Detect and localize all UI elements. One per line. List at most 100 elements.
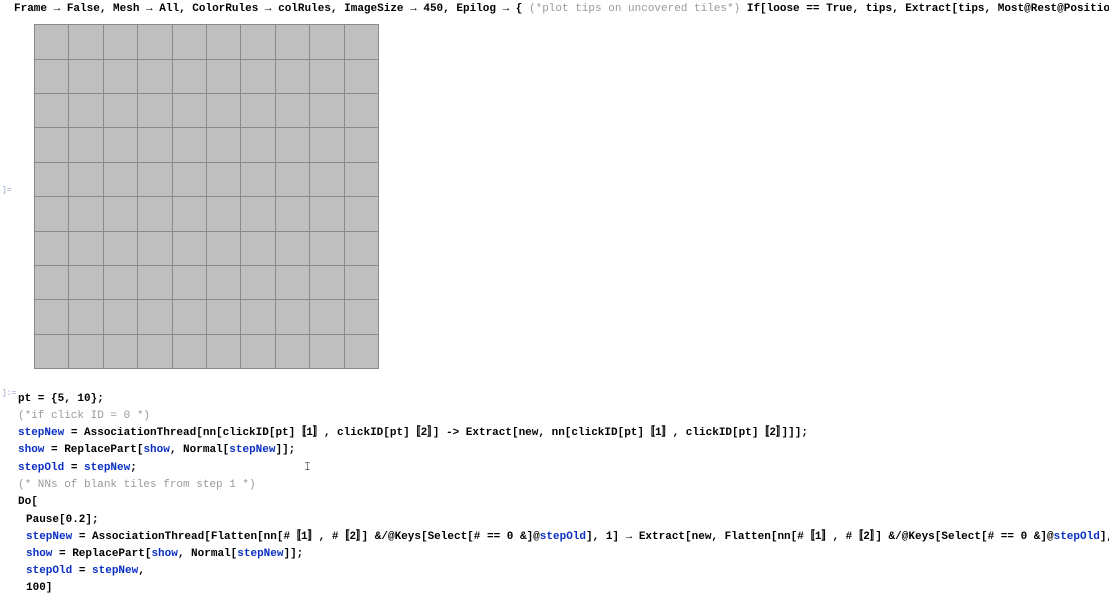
grid-cell[interactable] (69, 94, 103, 128)
grid-cell[interactable] (172, 128, 206, 162)
grid-cell[interactable] (206, 25, 240, 59)
grid-cell[interactable] (344, 300, 378, 334)
grid-cell[interactable] (35, 231, 69, 265)
grid-cell[interactable] (344, 162, 378, 196)
grid-cell[interactable] (138, 94, 172, 128)
grid-cell[interactable] (310, 334, 344, 368)
grid-cell[interactable] (310, 266, 344, 300)
grid-cell[interactable] (241, 59, 275, 93)
grid-cell[interactable] (35, 59, 69, 93)
grid-cell[interactable] (206, 334, 240, 368)
grid-cell[interactable] (206, 94, 240, 128)
grid-cell[interactable] (35, 266, 69, 300)
grid-cell[interactable] (241, 334, 275, 368)
grid-cell[interactable] (138, 300, 172, 334)
grid-cell[interactable] (344, 128, 378, 162)
grid-cell[interactable] (138, 162, 172, 196)
grid-cell[interactable] (206, 300, 240, 334)
grid-cell[interactable] (103, 128, 137, 162)
grid-cell[interactable] (138, 266, 172, 300)
grid-cell[interactable] (241, 197, 275, 231)
grid-cell[interactable] (103, 266, 137, 300)
grid-cell[interactable] (275, 128, 309, 162)
grid-cell[interactable] (138, 128, 172, 162)
grid-cell[interactable] (241, 266, 275, 300)
grid-cell[interactable] (344, 197, 378, 231)
grid-cell[interactable] (103, 334, 137, 368)
grid-cell[interactable] (206, 162, 240, 196)
grid-cell[interactable] (275, 231, 309, 265)
grid-cell[interactable] (344, 266, 378, 300)
grid-cell[interactable] (172, 231, 206, 265)
grid-cell[interactable] (206, 128, 240, 162)
grid-cell[interactable] (241, 300, 275, 334)
grid-cell[interactable] (275, 162, 309, 196)
grid-cell[interactable] (69, 197, 103, 231)
grid-cell[interactable] (344, 94, 378, 128)
grid-cell[interactable] (241, 128, 275, 162)
grid-cell[interactable] (172, 59, 206, 93)
grid-cell[interactable] (69, 334, 103, 368)
grid-cell[interactable] (344, 25, 378, 59)
grid-cell[interactable] (310, 59, 344, 93)
grid-cell[interactable] (69, 231, 103, 265)
grid-cell[interactable] (69, 300, 103, 334)
grid-cell[interactable] (172, 162, 206, 196)
grid-cell[interactable] (344, 231, 378, 265)
grid-cell[interactable] (172, 300, 206, 334)
grid-cell[interactable] (103, 231, 137, 265)
grid-cell[interactable] (275, 94, 309, 128)
grid-cell[interactable] (206, 266, 240, 300)
grid-cell[interactable] (275, 25, 309, 59)
grid-cell[interactable] (172, 25, 206, 59)
grid-cell[interactable] (275, 266, 309, 300)
grid-cell[interactable] (35, 128, 69, 162)
grid-cell[interactable] (310, 25, 344, 59)
code-input-cell[interactable]: pt = {5, 10}; (*if click ID = 0 *) stepN… (18, 391, 1109, 597)
grid-cell[interactable] (103, 162, 137, 196)
grid-cell[interactable] (241, 94, 275, 128)
grid-cell[interactable] (206, 59, 240, 93)
grid-cell[interactable] (172, 334, 206, 368)
grid-cell[interactable] (103, 94, 137, 128)
grid-cell[interactable] (275, 197, 309, 231)
grid-cell[interactable] (310, 197, 344, 231)
grid-cell[interactable] (241, 25, 275, 59)
grid-cell[interactable] (35, 94, 69, 128)
grid-cell[interactable] (69, 25, 103, 59)
grid-cell[interactable] (310, 94, 344, 128)
grid-cell[interactable] (310, 162, 344, 196)
grid-cell[interactable] (310, 231, 344, 265)
grid-cell[interactable] (344, 59, 378, 93)
array-plot-output[interactable] (34, 24, 1107, 369)
grid-cell[interactable] (69, 162, 103, 196)
grid-cell[interactable] (35, 162, 69, 196)
grid-cell[interactable] (172, 94, 206, 128)
grid-cell[interactable] (241, 162, 275, 196)
grid-cell[interactable] (69, 266, 103, 300)
grid-cell[interactable] (35, 197, 69, 231)
grid-cell[interactable] (138, 197, 172, 231)
grid-cell[interactable] (310, 128, 344, 162)
grid-cell[interactable] (69, 128, 103, 162)
grid-cell[interactable] (103, 197, 137, 231)
grid-cell[interactable] (275, 334, 309, 368)
grid-cell[interactable] (69, 59, 103, 93)
grid-cell[interactable] (172, 266, 206, 300)
grid-cell[interactable] (138, 334, 172, 368)
grid-cell[interactable] (103, 25, 137, 59)
grid-cell[interactable] (275, 300, 309, 334)
grid-cell[interactable] (206, 197, 240, 231)
grid-cell[interactable] (35, 334, 69, 368)
grid-cell[interactable] (138, 25, 172, 59)
grid-cell[interactable] (138, 231, 172, 265)
grid-cell[interactable] (310, 300, 344, 334)
grid-cell[interactable] (275, 59, 309, 93)
grid-cell[interactable] (103, 59, 137, 93)
grid-cell[interactable] (241, 231, 275, 265)
grid-cell[interactable] (103, 300, 137, 334)
grid-cell[interactable] (35, 300, 69, 334)
grid-cell[interactable] (172, 197, 206, 231)
grid-cell[interactable] (344, 334, 378, 368)
grid-cell[interactable] (138, 59, 172, 93)
